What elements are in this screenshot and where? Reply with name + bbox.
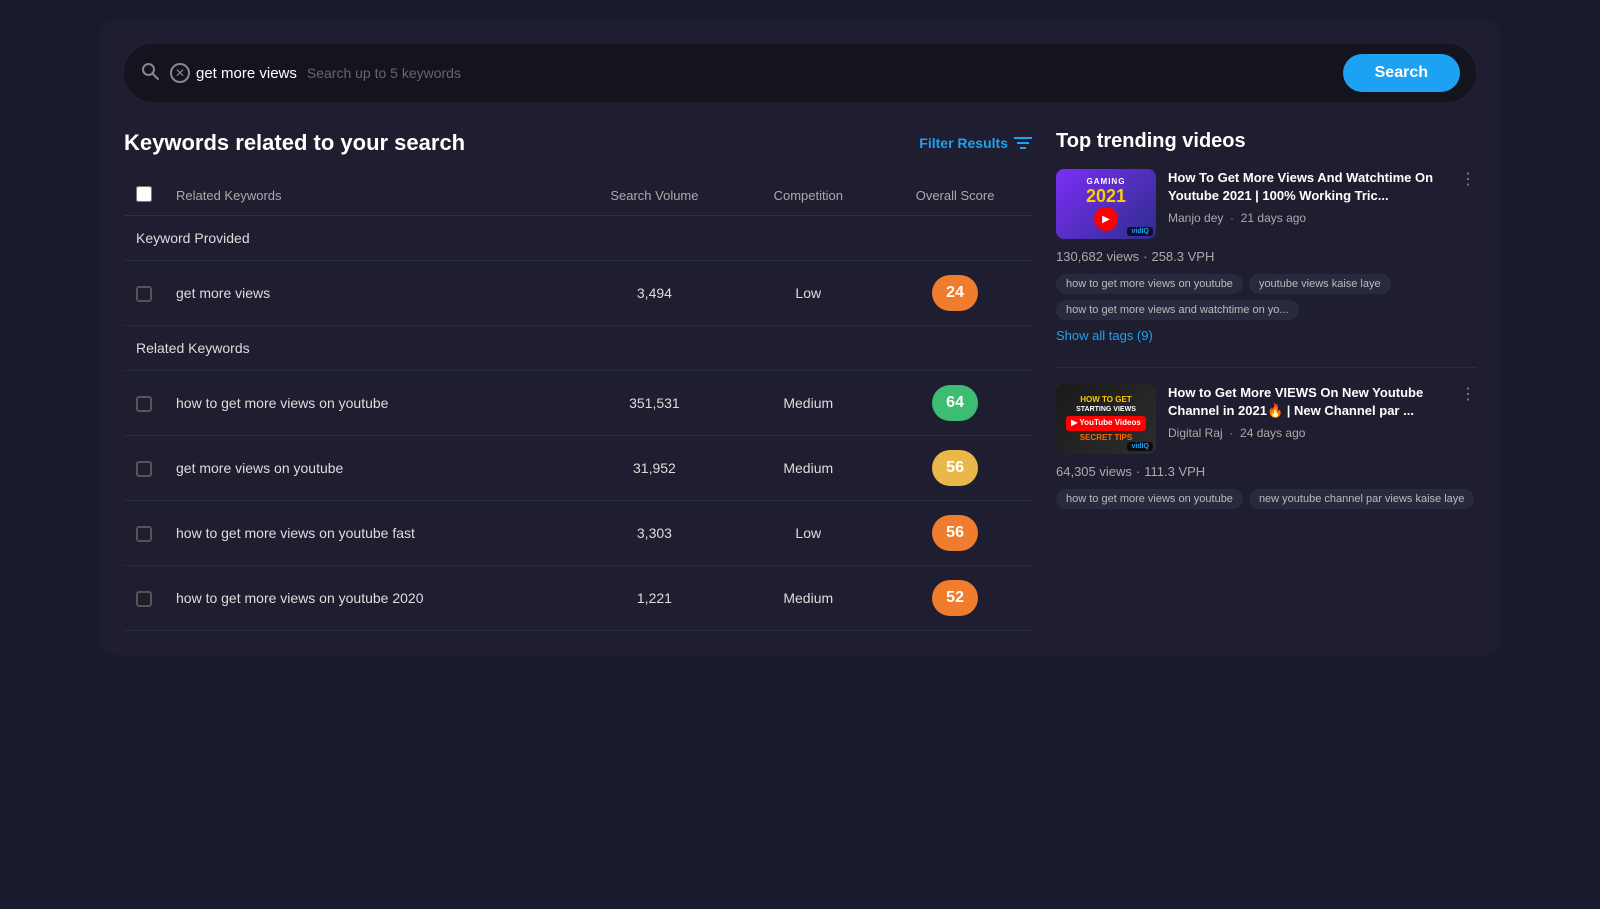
show-all-tags-1[interactable]: Show all tags (9) (1056, 328, 1476, 343)
tag-item[interactable]: how to get more views on youtube (1056, 274, 1243, 294)
vph-2: 111.3 VPH (1144, 464, 1205, 479)
video-info-2: ⋮ How to Get More VIEWS On New Youtube C… (1168, 384, 1476, 454)
row-checkbox-cell (124, 436, 164, 501)
video-tags-1: how to get more views on youtube youtube… (1056, 274, 1476, 320)
video-tags-2: how to get more views on youtube new you… (1056, 489, 1476, 509)
video-title-2: How to Get More VIEWS On New Youtube Cha… (1168, 384, 1476, 420)
volume-cell: 31,952 (570, 436, 738, 501)
competition-cell: Medium (738, 371, 878, 436)
row-checkbox[interactable] (136, 591, 152, 607)
score-badge: 24 (932, 275, 978, 311)
keyword-tag: ✕ get more views (170, 63, 297, 83)
group-label-provided: Keyword Provided (124, 216, 1032, 261)
main-content: Keywords related to your search Filter R… (124, 130, 1476, 631)
video-info-1: ⋮ How To Get More Views And Watchtime On… (1168, 169, 1476, 239)
tag-item[interactable]: youtube views kaise laye (1249, 274, 1391, 294)
volume-cell: 1,221 (570, 566, 738, 631)
trending-title: Top trending videos (1056, 130, 1476, 153)
search-icon (140, 61, 160, 86)
table-row: get more views 3,494 Low 24 (124, 261, 1032, 326)
col-header-score: Overall Score (878, 176, 1032, 216)
keyword-cell: how to get more views on youtube (164, 371, 570, 436)
video-stats-2: 64,305 views·111.3 VPH (1056, 464, 1476, 479)
keyword-close-button[interactable]: ✕ (170, 63, 190, 83)
keywords-table: Related Keywords Search Volume Competiti… (124, 176, 1032, 631)
score-cell: 64 (878, 371, 1032, 436)
row-checkbox-cell (124, 261, 164, 326)
volume-cell: 351,531 (570, 371, 738, 436)
table-row: how to get more views on youtube fast 3,… (124, 501, 1032, 566)
search-placeholder: Search up to 5 keywords (307, 65, 1333, 81)
row-checkbox[interactable] (136, 526, 152, 542)
video-divider (1056, 367, 1476, 368)
tag-item[interactable]: new youtube channel par views kaise laye (1249, 489, 1474, 509)
table-row: how to get more views on youtube 351,531… (124, 371, 1032, 436)
channel-name-2: Digital Raj (1168, 426, 1223, 440)
video-card-2: HOW TO GET STARTING VIEWS ▶ YouTube Vide… (1056, 384, 1476, 509)
trending-panel: Top trending videos GAMING 2021 ▶ vidIQ (1056, 130, 1476, 631)
video-stats-1: 130,682 views·258.3 VPH (1056, 249, 1476, 264)
main-container: ✕ get more views Search up to 5 keywords… (100, 20, 1500, 655)
score-cell: 52 (878, 566, 1032, 631)
row-checkbox-cell (124, 501, 164, 566)
score-badge: 56 (932, 450, 978, 486)
video-thumb-1[interactable]: GAMING 2021 ▶ vidIQ (1056, 169, 1156, 239)
keyword-cell: how to get more views on youtube fast (164, 501, 570, 566)
more-options-button-1[interactable]: ⋮ (1460, 169, 1476, 189)
row-checkbox-cell (124, 566, 164, 631)
vph-1: 258.3 VPH (1151, 249, 1214, 264)
more-options-button-2[interactable]: ⋮ (1460, 384, 1476, 404)
keywords-section-title: Keywords related to your search (124, 130, 465, 156)
competition-cell: Low (738, 501, 878, 566)
competition-cell: Medium (738, 566, 878, 631)
video-top-2: HOW TO GET STARTING VIEWS ▶ YouTube Vide… (1056, 384, 1476, 454)
keywords-section: Keywords related to your search Filter R… (124, 130, 1032, 631)
video-meta-1: Manjo dey · 21 days ago (1168, 211, 1476, 225)
col-header-competition: Competition (738, 176, 878, 216)
views-2: 64,305 views (1056, 464, 1132, 479)
time-ago-1: 21 days ago (1241, 211, 1306, 225)
col-header-checkbox (124, 176, 164, 216)
video-card-1: GAMING 2021 ▶ vidIQ ⋮ How To Get More Vi… (1056, 169, 1476, 343)
video-top-1: GAMING 2021 ▶ vidIQ ⋮ How To Get More Vi… (1056, 169, 1476, 239)
section-header: Keywords related to your search Filter R… (124, 130, 1032, 156)
row-checkbox[interactable] (136, 396, 152, 412)
keyword-cell: get more views (164, 261, 570, 326)
row-checkbox[interactable] (136, 461, 152, 477)
views-1: 130,682 views (1056, 249, 1139, 264)
keyword-text: get more views (196, 65, 297, 82)
search-bar: ✕ get more views Search up to 5 keywords… (124, 44, 1476, 102)
score-cell: 56 (878, 436, 1032, 501)
volume-cell: 3,303 (570, 501, 738, 566)
score-badge: 56 (932, 515, 978, 551)
score-cell: 56 (878, 501, 1032, 566)
tag-item[interactable]: how to get more views and watchtime on y… (1056, 300, 1299, 320)
col-header-volume: Search Volume (570, 176, 738, 216)
group-label-related: Related Keywords (124, 326, 1032, 371)
video-thumb-2[interactable]: HOW TO GET STARTING VIEWS ▶ YouTube Vide… (1056, 384, 1156, 454)
competition-cell: Medium (738, 436, 878, 501)
score-badge: 64 (932, 385, 978, 421)
row-checkbox-cell (124, 371, 164, 436)
video-title-1: How To Get More Views And Watchtime On Y… (1168, 169, 1476, 205)
keyword-cell: get more views on youtube (164, 436, 570, 501)
search-button[interactable]: Search (1343, 54, 1460, 92)
keyword-cell: how to get more views on youtube 2020 (164, 566, 570, 631)
table-row: get more views on youtube 31,952 Medium … (124, 436, 1032, 501)
table-row: how to get more views on youtube 2020 1,… (124, 566, 1032, 631)
time-ago-2: 24 days ago (1240, 426, 1305, 440)
video-meta-2: Digital Raj · 24 days ago (1168, 426, 1476, 440)
select-all-checkbox[interactable] (136, 186, 152, 202)
filter-results-button[interactable]: Filter Results (919, 135, 1032, 151)
tag-item[interactable]: how to get more views on youtube (1056, 489, 1243, 509)
table-header-row: Related Keywords Search Volume Competiti… (124, 176, 1032, 216)
score-badge: 52 (932, 580, 978, 616)
volume-cell: 3,494 (570, 261, 738, 326)
competition-cell: Low (738, 261, 878, 326)
row-checkbox[interactable] (136, 286, 152, 302)
channel-name-1: Manjo dey (1168, 211, 1223, 225)
score-cell: 24 (878, 261, 1032, 326)
col-header-keyword: Related Keywords (164, 176, 570, 216)
